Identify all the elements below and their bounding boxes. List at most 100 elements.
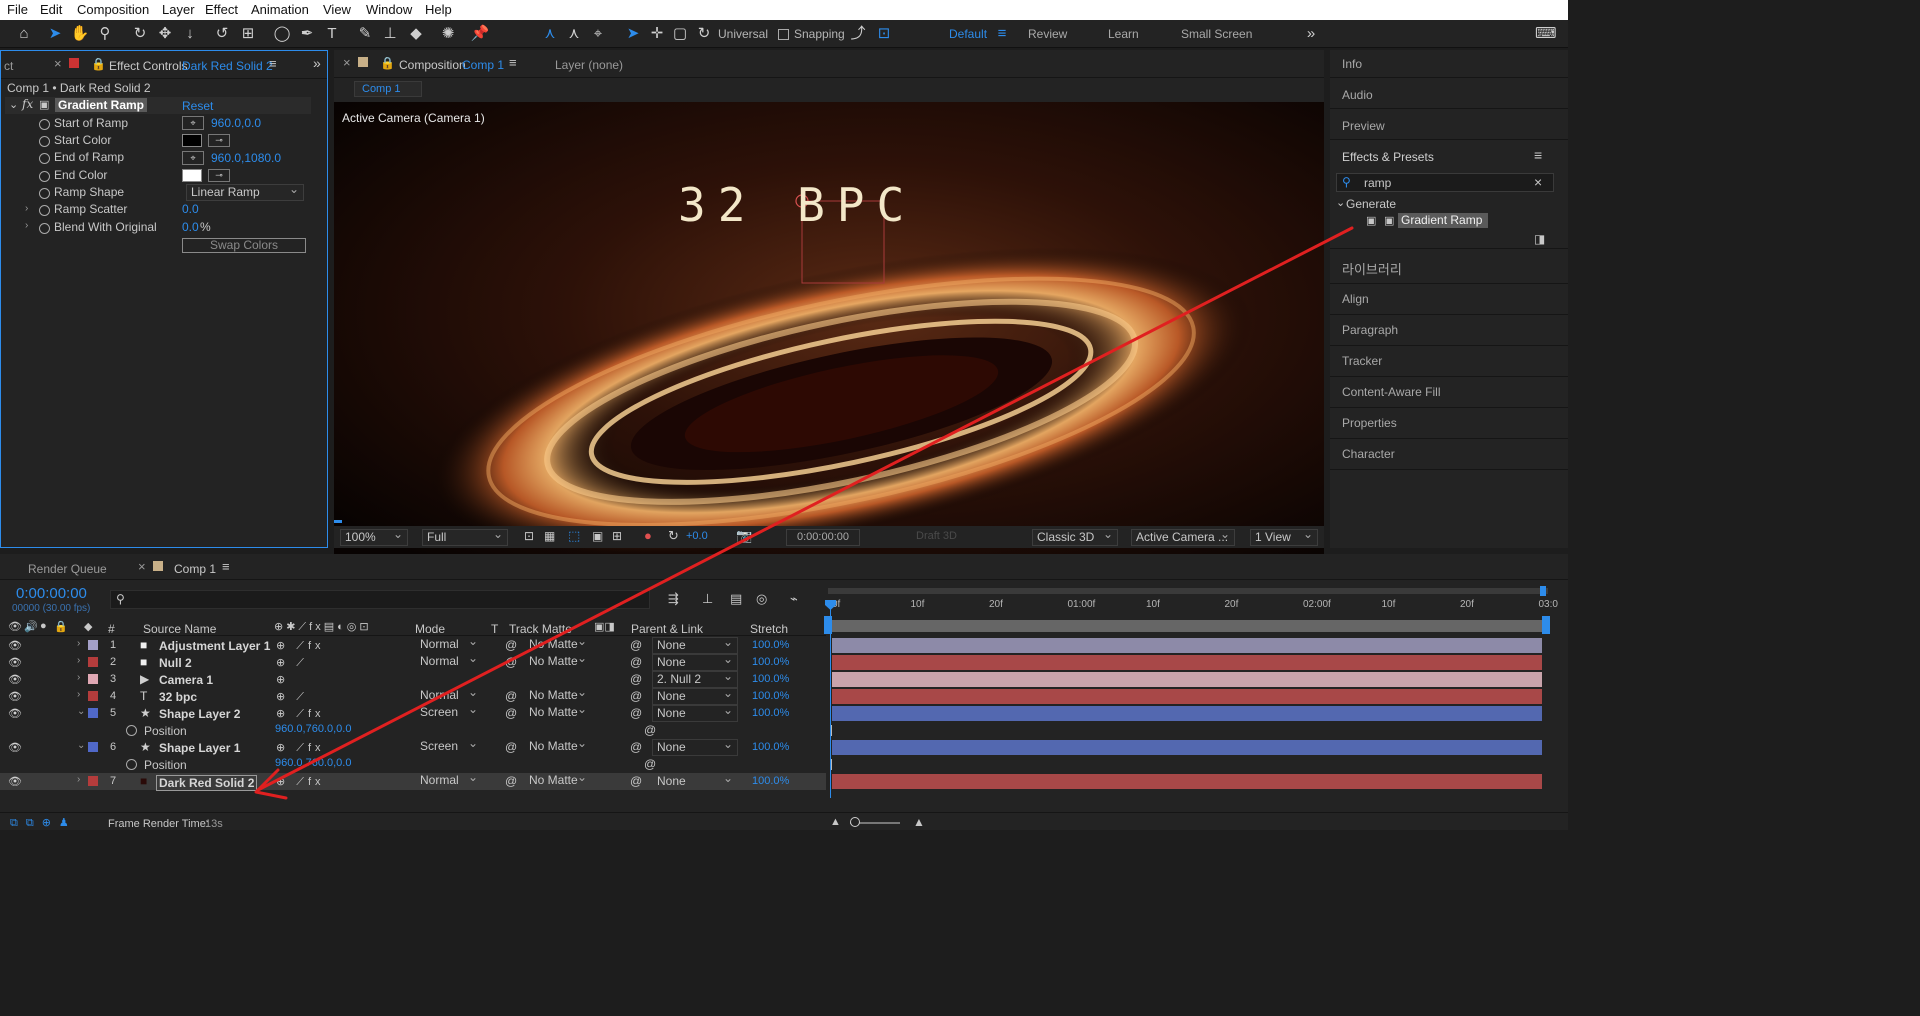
matte-pickwhip-icon[interactable]: @ xyxy=(505,655,517,669)
parent-pickwhip-icon[interactable]: @ xyxy=(630,740,642,754)
scale-3d-icon[interactable]: ▢ xyxy=(670,24,690,44)
stopwatch-icon[interactable] xyxy=(39,153,50,164)
eye-icon[interactable]: 👁 xyxy=(8,639,22,652)
collapse-chevron-icon[interactable]: ⌄ xyxy=(77,740,85,751)
panel-menu-icon[interactable]: ≡ xyxy=(509,55,517,70)
header-mode[interactable]: Mode xyxy=(415,622,445,636)
effects-search-input[interactable]: ramp xyxy=(1364,176,1391,190)
comp-viewer[interactable] xyxy=(334,102,1324,570)
layer-row[interactable]: 👁 ⌄ 6 ★ Shape Layer 1 ⊕ ⟋fx Screen @ No Matte @ No… xyxy=(0,736,826,756)
eye-icon[interactable]: 👁 xyxy=(8,741,22,754)
hand-tool-icon[interactable]: ✋ xyxy=(70,24,90,44)
layer-name[interactable]: Dark Red Solid 2 xyxy=(156,775,258,791)
gradient-ramp-result[interactable]: Gradient Ramp xyxy=(1398,213,1488,228)
eye-icon[interactable]: 👁 xyxy=(8,673,22,686)
crosshair-icon[interactable]: ⌖ xyxy=(182,116,204,130)
selection-tool-icon[interactable]: ➤ xyxy=(45,24,65,44)
layer-name[interactable]: Camera 1 xyxy=(159,673,213,687)
effect-controls-tab[interactable]: Effect Controls xyxy=(109,59,187,73)
layer-switches[interactable]: ⊕ xyxy=(276,673,289,686)
search-icon[interactable]: ⚲ xyxy=(116,592,125,606)
end-color-swatch[interactable] xyxy=(182,169,202,182)
expression-pickwhip-icon[interactable]: @ xyxy=(644,723,656,737)
swap-colors-button[interactable]: Swap Colors xyxy=(182,238,306,253)
search-icon[interactable]: ⚲ xyxy=(1342,175,1351,189)
layer-switches[interactable]: ⊕ ⟋fx xyxy=(276,707,325,721)
orbit-tool-icon[interactable]: ↻ xyxy=(130,24,150,44)
workspace-learn[interactable]: Learn xyxy=(1108,27,1139,41)
anchor-tool-icon[interactable]: ⊞ xyxy=(238,24,258,44)
eye-icon[interactable]: 👁 xyxy=(8,656,22,669)
layer-label-color[interactable] xyxy=(88,708,98,718)
menu-edit[interactable]: Edit xyxy=(40,2,62,17)
channels-icon[interactable]: ● xyxy=(644,528,652,543)
layer-duration-bar[interactable] xyxy=(832,638,1542,653)
snapshot-icon[interactable]: 📷 xyxy=(736,528,752,544)
mode-dropdown[interactable]: Screen xyxy=(416,736,482,756)
layer-label-color[interactable] xyxy=(88,776,98,786)
layer-duration-bar[interactable] xyxy=(832,672,1542,687)
layer-name[interactable]: Adjustment Layer 1 xyxy=(159,639,270,653)
panel-menu-icon[interactable]: ≡ xyxy=(222,559,230,574)
layer-tab[interactable]: Layer (none) xyxy=(555,58,623,72)
stopwatch-icon[interactable] xyxy=(39,136,50,147)
timeline-timecode[interactable]: 0:00:00:00 xyxy=(16,585,87,602)
menu-view[interactable]: View xyxy=(323,2,351,17)
time-ruler[interactable]: 0f 10f 20f 01:00f 10f 20f 02:00f 10f 20f 03:0 xyxy=(826,596,1558,616)
eraser-tool-icon[interactable]: ◆ xyxy=(406,24,426,44)
eye-icon[interactable]: 👁 xyxy=(8,775,22,788)
view-axis-icon[interactable]: ⌖ xyxy=(588,24,608,44)
work-area-bar[interactable] xyxy=(828,588,1548,594)
expand-arrow-icon[interactable]: › xyxy=(77,774,80,785)
track-matte-dropdown[interactable]: No Matte xyxy=(525,770,591,790)
eye-icon[interactable]: 👁 xyxy=(8,690,22,703)
stopwatch-icon[interactable] xyxy=(126,759,137,770)
comp-subtab-label[interactable]: Comp 1 xyxy=(362,83,401,95)
zoom-dropdown[interactable]: 100% xyxy=(340,527,408,546)
expression-pickwhip-icon[interactable]: @ xyxy=(644,757,656,771)
clone-tool-icon[interactable]: ⊥ xyxy=(380,24,400,44)
menu-composition[interactable]: Composition xyxy=(77,2,149,17)
track-matte-dropdown[interactable]: No Matte xyxy=(525,702,591,722)
stopwatch-icon[interactable] xyxy=(39,188,50,199)
effect-name[interactable]: Gradient Ramp xyxy=(55,98,148,112)
ellipse-tool-icon[interactable]: ◯ xyxy=(272,24,292,44)
world-axis-icon[interactable]: ⋏ xyxy=(564,24,584,44)
layer-row[interactable]: 👁›4T32 bpc⊕ ⟋Normal@No Matte@None100.0% xyxy=(0,685,826,705)
expand-arrow-icon[interactable]: › xyxy=(77,638,80,649)
timeline-search-field[interactable] xyxy=(110,590,650,609)
brush-tool-icon[interactable]: ✎ xyxy=(355,24,375,44)
mode-dropdown[interactable]: Screen xyxy=(416,702,482,722)
renderer-dropdown[interactable]: Classic 3D xyxy=(1032,527,1118,546)
position-value[interactable]: 960.0,760.0,0.0 xyxy=(275,757,351,769)
layer-name[interactable]: Shape Layer 1 xyxy=(159,741,240,755)
expand-chevron-icon[interactable]: ⌄ xyxy=(1336,196,1345,209)
header-source-name[interactable]: Source Name xyxy=(143,622,216,636)
paragraph-panel-tab[interactable]: Paragraph xyxy=(1342,323,1398,337)
start-of-ramp-value[interactable]: 960.0,0.0 xyxy=(211,116,261,130)
track-matte-dropdown[interactable]: No Matte xyxy=(525,651,591,671)
frame-blending-icon[interactable]: ▤ xyxy=(730,591,742,607)
stretch-value[interactable]: 100.0% xyxy=(752,690,789,702)
eyedropper-icon[interactable]: ⊸ xyxy=(208,134,230,147)
render-queue-tab[interactable]: Render Queue xyxy=(28,562,107,576)
eye-icon[interactable]: 👁 xyxy=(8,620,22,633)
crosshair-icon[interactable]: ⌖ xyxy=(182,151,204,165)
audio-panel-tab[interactable]: Audio xyxy=(1342,88,1373,102)
rotate-3d-icon[interactable]: ↻ xyxy=(694,24,714,44)
eye-icon[interactable]: 👁 xyxy=(8,707,22,720)
zoom-tool-icon[interactable]: ⚲ xyxy=(95,24,115,44)
ramp-shape-dropdown[interactable]: Linear Ramp xyxy=(186,182,304,201)
eyedropper-icon[interactable]: ⊸ xyxy=(208,169,230,182)
playhead[interactable] xyxy=(830,600,831,798)
lock-icon[interactable]: 🔒 xyxy=(380,56,395,70)
expand-arrow-icon[interactable]: › xyxy=(25,203,28,214)
tab-cut-label[interactable]: ct xyxy=(4,59,13,73)
grid-guides-icon[interactable]: ⊞ xyxy=(612,529,622,543)
zoom-out-icon[interactable]: ▲ xyxy=(830,816,841,828)
work-area-end[interactable] xyxy=(1540,586,1546,596)
expand-chevron-icon[interactable]: ⌄ xyxy=(9,98,18,111)
lock-icon[interactable]: 🔒 xyxy=(91,57,106,71)
select-3d-icon[interactable]: ➤ xyxy=(623,24,643,44)
matte-pickwhip-icon[interactable]: @ xyxy=(505,774,517,788)
